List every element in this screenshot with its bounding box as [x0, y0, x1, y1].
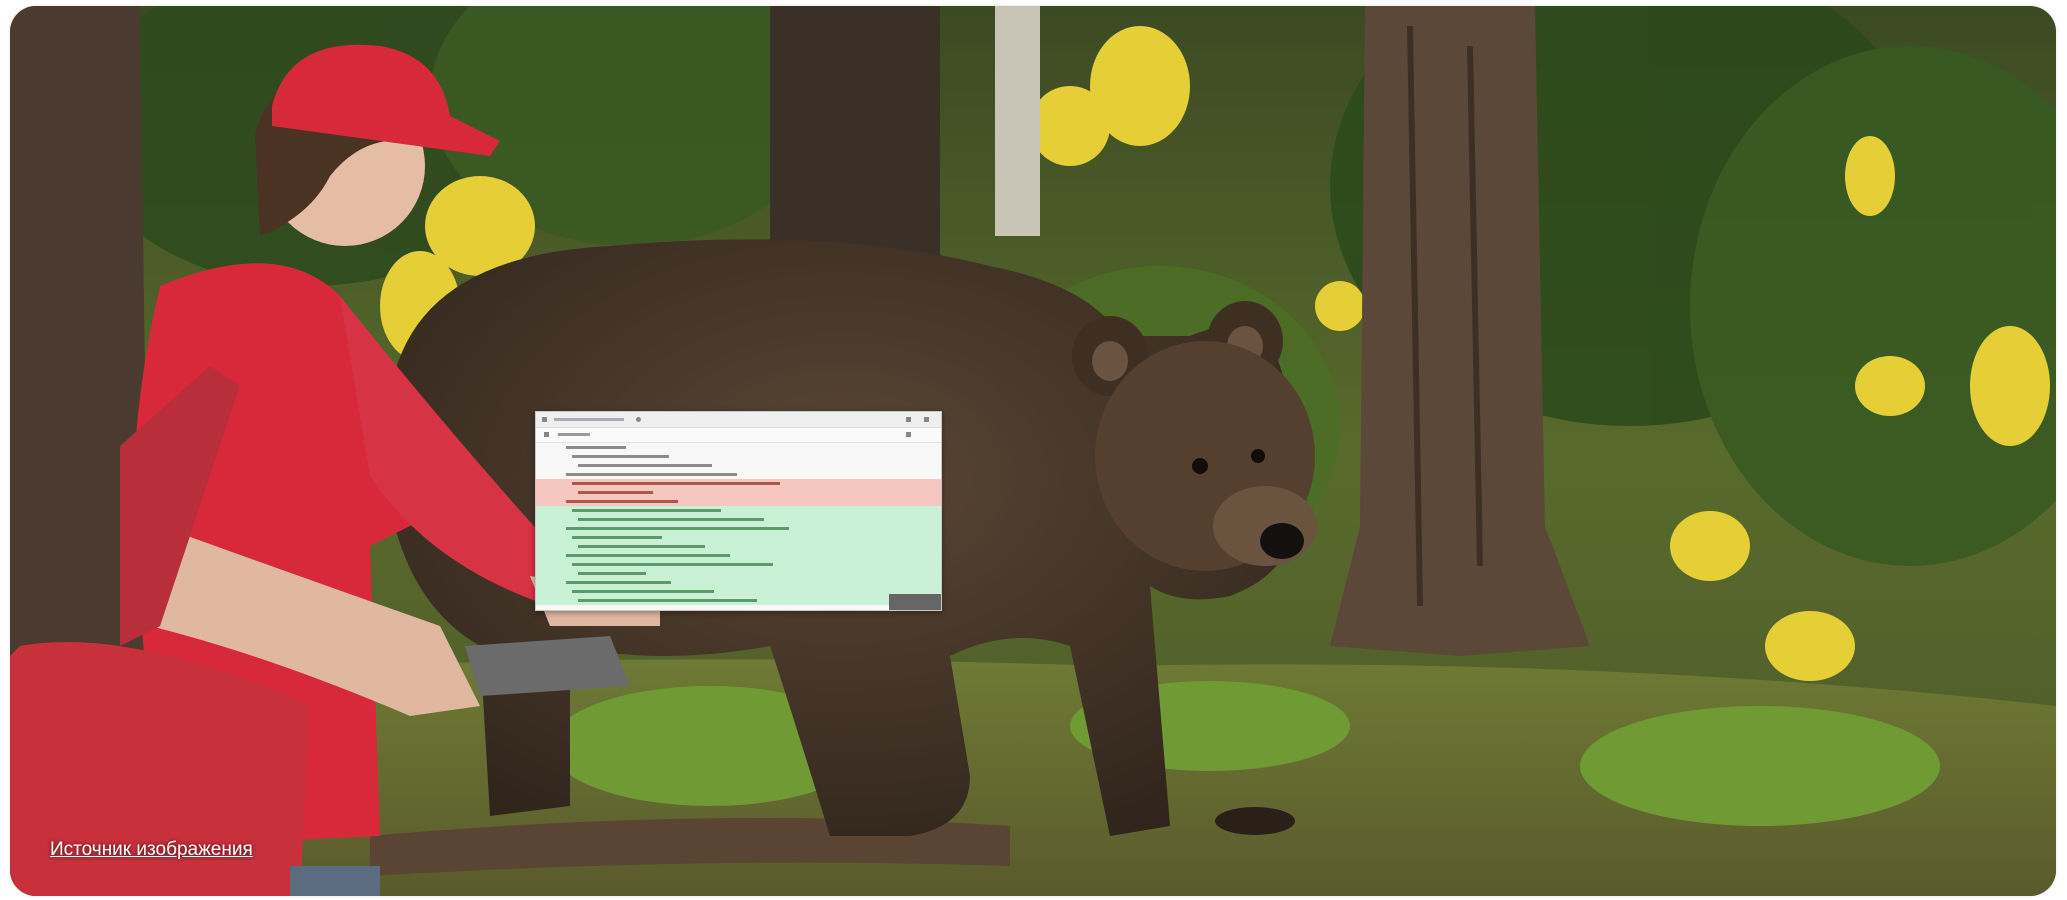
code-panel-tab — [536, 412, 941, 428]
code-line — [536, 461, 941, 470]
options-icon — [906, 432, 911, 437]
code-line — [536, 596, 941, 605]
bear-muzzle — [1213, 486, 1317, 566]
code-line — [536, 560, 941, 569]
file-icon — [544, 432, 549, 437]
image-source-link[interactable]: Источник изображения — [50, 839, 253, 861]
code-line — [536, 470, 941, 479]
expand-icon — [906, 417, 911, 422]
code-line — [536, 452, 941, 461]
code-line — [536, 551, 941, 560]
forest-photo — [10, 6, 2056, 896]
code-line — [536, 488, 941, 497]
courier-jeans — [290, 866, 380, 896]
code-line — [536, 506, 941, 515]
code-diff-panel — [535, 411, 942, 611]
code-line — [536, 587, 941, 596]
code-line — [536, 569, 941, 578]
code-lines — [536, 443, 941, 605]
code-panel-header — [536, 428, 941, 443]
folder-icon — [542, 417, 547, 422]
bear-nose — [1260, 523, 1304, 559]
birch-trunk — [995, 6, 1040, 236]
tree-trunk-back — [770, 6, 940, 276]
image-frame: Источник изображения — [10, 6, 2056, 896]
code-line — [536, 515, 941, 524]
code-line — [536, 524, 941, 533]
refresh-icon — [636, 417, 641, 422]
code-line — [536, 578, 941, 587]
bear-eye-left — [1192, 458, 1208, 474]
code-line — [536, 542, 941, 551]
code-line — [536, 479, 941, 488]
bear-eye-right — [1251, 449, 1265, 463]
close-icon — [924, 417, 929, 422]
code-panel-footer — [889, 594, 941, 610]
code-line — [536, 443, 941, 452]
tablet — [465, 636, 630, 696]
code-line — [536, 533, 941, 542]
code-line — [536, 497, 941, 506]
